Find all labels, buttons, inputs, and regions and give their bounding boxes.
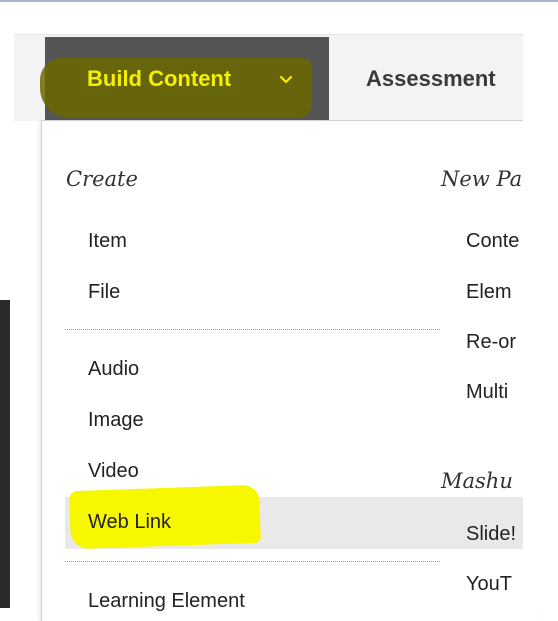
menu-item-video[interactable]: Video	[88, 460, 139, 483]
menu-item-web-link[interactable]: Web Link	[88, 511, 171, 534]
chevron-down-icon[interactable]	[278, 72, 294, 88]
menu-divider	[65, 561, 440, 562]
mashups-section-title: Mashu	[441, 469, 513, 493]
right-crop-area	[523, 2, 558, 608]
menu-item-re-order[interactable]: Re-or	[466, 331, 516, 354]
menu-item-image[interactable]: Image	[88, 409, 144, 432]
menu-divider	[65, 329, 440, 330]
menu-item-element[interactable]: Elem	[466, 281, 512, 304]
create-section-title: Create	[66, 167, 138, 191]
build-content-label[interactable]: Build Content	[87, 66, 231, 92]
menu-item-item[interactable]: Item	[88, 230, 127, 253]
window-top-border	[0, 0, 558, 2]
menu-item-audio[interactable]: Audio	[88, 358, 139, 381]
new-page-section-title: New Pa	[441, 167, 523, 191]
menu-item-learning-element[interactable]: Learning Element	[88, 590, 245, 613]
menu-item-file[interactable]: File	[88, 281, 120, 304]
menu-item-youtube[interactable]: YouT	[466, 573, 512, 596]
left-edge-bar	[0, 300, 10, 608]
menu-item-slideshare[interactable]: Slide!	[466, 523, 516, 546]
assessments-tab[interactable]: Assessment	[366, 66, 496, 92]
menu-item-multi[interactable]: Multi	[466, 381, 508, 404]
menu-item-content-folder[interactable]: Conte	[466, 230, 519, 253]
